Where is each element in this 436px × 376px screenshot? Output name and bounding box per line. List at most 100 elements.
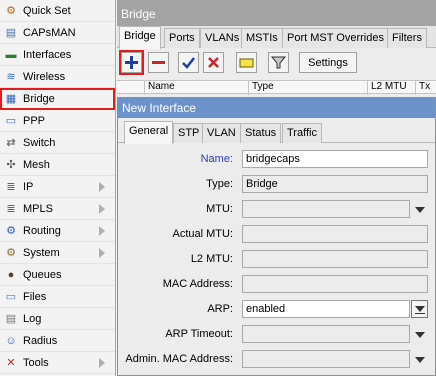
add-button[interactable] bbox=[119, 50, 144, 75]
wireless-icon: ≋ bbox=[6, 70, 16, 83]
sidebar-item-label: Wireless bbox=[23, 70, 66, 83]
ppp-icon: ▭ bbox=[5, 114, 17, 127]
sidebar-item-tools[interactable]: ✕ Tools bbox=[0, 352, 115, 374]
l2-mtu-row: L2 MTU: bbox=[118, 250, 436, 270]
tab-status[interactable]: Status bbox=[240, 123, 282, 143]
sidebar-item-routing[interactable]: ⚙ Routing bbox=[0, 220, 115, 242]
filter-icon bbox=[271, 56, 286, 69]
column-l2-mtu[interactable]: L2 MTU bbox=[367, 81, 407, 95]
settings-button[interactable]: Settings bbox=[299, 52, 357, 73]
sidebar-item-files[interactable]: ▭ Files bbox=[0, 286, 115, 308]
sidebar-item-label: Switch bbox=[23, 136, 56, 149]
arp-select[interactable]: enabled bbox=[242, 300, 410, 318]
actual-mtu-row: Actual MTU: bbox=[118, 225, 436, 245]
remove-button[interactable] bbox=[148, 52, 169, 73]
filter-button[interactable] bbox=[268, 52, 289, 73]
tab-vlans[interactable]: VLANs bbox=[200, 28, 245, 48]
admin-mac-row: Admin. MAC Address: bbox=[118, 350, 436, 370]
l2-mtu-field bbox=[242, 250, 428, 268]
sidebar-item-radius[interactable]: ☺ Radius bbox=[0, 330, 115, 352]
bridge-icon: ▦ bbox=[5, 92, 17, 105]
mac-address-row: MAC Address: bbox=[118, 275, 436, 295]
mtu-field[interactable] bbox=[242, 200, 410, 218]
admin-mac-dropdown-icon[interactable] bbox=[415, 357, 425, 363]
sidebar-item-label: System bbox=[23, 246, 60, 259]
window-title: Bridge bbox=[117, 0, 436, 26]
tab-general[interactable]: General bbox=[124, 121, 174, 144]
submenu-arrow-icon bbox=[99, 182, 105, 192]
name-field[interactable]: bridgecaps bbox=[242, 150, 428, 168]
sidebar-item-mpls[interactable]: ≣ MPLS bbox=[0, 198, 115, 220]
sidebar-item-bridge[interactable]: ▦ Bridge bbox=[0, 88, 115, 110]
sidebar-item-label: Tools bbox=[23, 356, 49, 369]
column-tx[interactable]: Tx bbox=[415, 81, 430, 95]
sidebar-item-label: Interfaces bbox=[23, 48, 72, 61]
sidebar-item-ip[interactable]: ≣ IP bbox=[0, 176, 115, 198]
tab-bridge[interactable]: Bridge bbox=[119, 26, 161, 49]
arp-timeout-row: ARP Timeout: bbox=[118, 325, 436, 345]
sidebar-item-mesh[interactable]: ✣ Mesh bbox=[0, 154, 115, 176]
interface-list-header: Name Type L2 MTU Tx bbox=[117, 80, 436, 95]
sidebar-item-queues[interactable]: ● Queues bbox=[0, 264, 115, 286]
comment-button[interactable] bbox=[236, 52, 257, 73]
ip-icon: ≣ bbox=[6, 180, 16, 193]
bridge-tab-bar: Bridge Ports VLANs MSTIs Port MST Overri… bbox=[117, 26, 436, 49]
sidebar-item-wireless[interactable]: ≋ Wireless bbox=[0, 66, 115, 88]
radius-icon: ☺ bbox=[5, 334, 17, 347]
sidebar-item-switch[interactable]: ⇄ Switch bbox=[0, 132, 115, 154]
tab-vlan[interactable]: VLAN bbox=[202, 123, 241, 143]
sidebar-item-quick-set[interactable]: ⚙ Quick Set bbox=[0, 0, 115, 22]
tab-traffic[interactable]: Traffic bbox=[282, 123, 322, 143]
bridge-toolbar: Settings bbox=[117, 50, 436, 76]
sidebar-item-capsman[interactable]: ▤ CAPsMAN bbox=[0, 22, 115, 44]
admin-mac-label: Admin. MAC Address: bbox=[125, 353, 233, 365]
arp-timeout-field[interactable] bbox=[242, 325, 410, 343]
submenu-arrow-icon bbox=[99, 204, 105, 214]
cross-icon bbox=[208, 57, 219, 68]
column-type[interactable]: Type bbox=[248, 81, 274, 95]
type-label: Type: bbox=[206, 178, 233, 190]
admin-mac-field[interactable] bbox=[242, 350, 410, 368]
column-name[interactable]: Name bbox=[144, 81, 175, 95]
mpls-icon: ≣ bbox=[6, 202, 16, 215]
actual-mtu-field bbox=[242, 225, 428, 243]
arp-row: ARP: enabled bbox=[118, 300, 436, 320]
sidebar-menu: ⚙ Quick Set ▤ CAPsMAN ▬ Interfaces ≋ Wireless ▦ B… bbox=[0, 0, 116, 376]
sidebar-item-ppp[interactable]: ▭ PPP bbox=[0, 110, 115, 132]
submenu-arrow-icon bbox=[99, 358, 105, 368]
arp-timeout-dropdown-icon[interactable] bbox=[415, 332, 425, 338]
new-interface-dialog: New Interface General STP VLAN Status Tr… bbox=[117, 97, 436, 376]
routing-icon: ⚙ bbox=[6, 224, 16, 237]
actual-mtu-label: Actual MTU: bbox=[172, 228, 233, 240]
sidebar-item-label: IP bbox=[23, 180, 34, 193]
tab-ports[interactable]: Ports bbox=[164, 28, 200, 48]
sidebar-item-label: Radius bbox=[23, 334, 58, 347]
interfaces-icon: ▬ bbox=[5, 48, 17, 61]
mtu-row: MTU: bbox=[118, 200, 436, 220]
sidebar-item-interfaces[interactable]: ▬ Interfaces bbox=[0, 44, 115, 66]
arp-dropdown-button[interactable] bbox=[411, 300, 428, 318]
sidebar-item-log[interactable]: ▤ Log bbox=[0, 308, 115, 330]
tab-filters[interactable]: Filters bbox=[387, 28, 427, 48]
sidebar-item-label: Mesh bbox=[23, 158, 50, 171]
mac-address-label: MAC Address: bbox=[162, 278, 233, 290]
sidebar-item-label: Files bbox=[23, 290, 47, 303]
quick-set-icon: ⚙ bbox=[6, 4, 16, 17]
note-icon bbox=[239, 58, 254, 68]
name-row: Name: bridgecaps bbox=[118, 150, 436, 170]
switch-icon: ⇄ bbox=[6, 136, 16, 149]
sidebar-item-system[interactable]: ⚙ System bbox=[0, 242, 115, 264]
dialog-title: New Interface bbox=[118, 98, 435, 118]
tab-mstis[interactable]: MSTIs bbox=[241, 28, 283, 48]
l2-mtu-label: L2 MTU: bbox=[190, 253, 233, 265]
arp-timeout-label: ARP Timeout: bbox=[165, 328, 233, 340]
type-field: Bridge bbox=[242, 175, 428, 193]
tools-icon: ✕ bbox=[6, 356, 16, 369]
sidebar-item-label: Quick Set bbox=[23, 4, 71, 17]
mtu-label: MTU: bbox=[206, 203, 233, 215]
enable-button[interactable] bbox=[178, 52, 199, 73]
mtu-dropdown-icon[interactable] bbox=[415, 207, 425, 213]
tab-port-mst-overrides[interactable]: Port MST Overrides bbox=[282, 28, 389, 48]
disable-button[interactable] bbox=[203, 52, 224, 73]
tab-stp[interactable]: STP bbox=[173, 123, 205, 143]
